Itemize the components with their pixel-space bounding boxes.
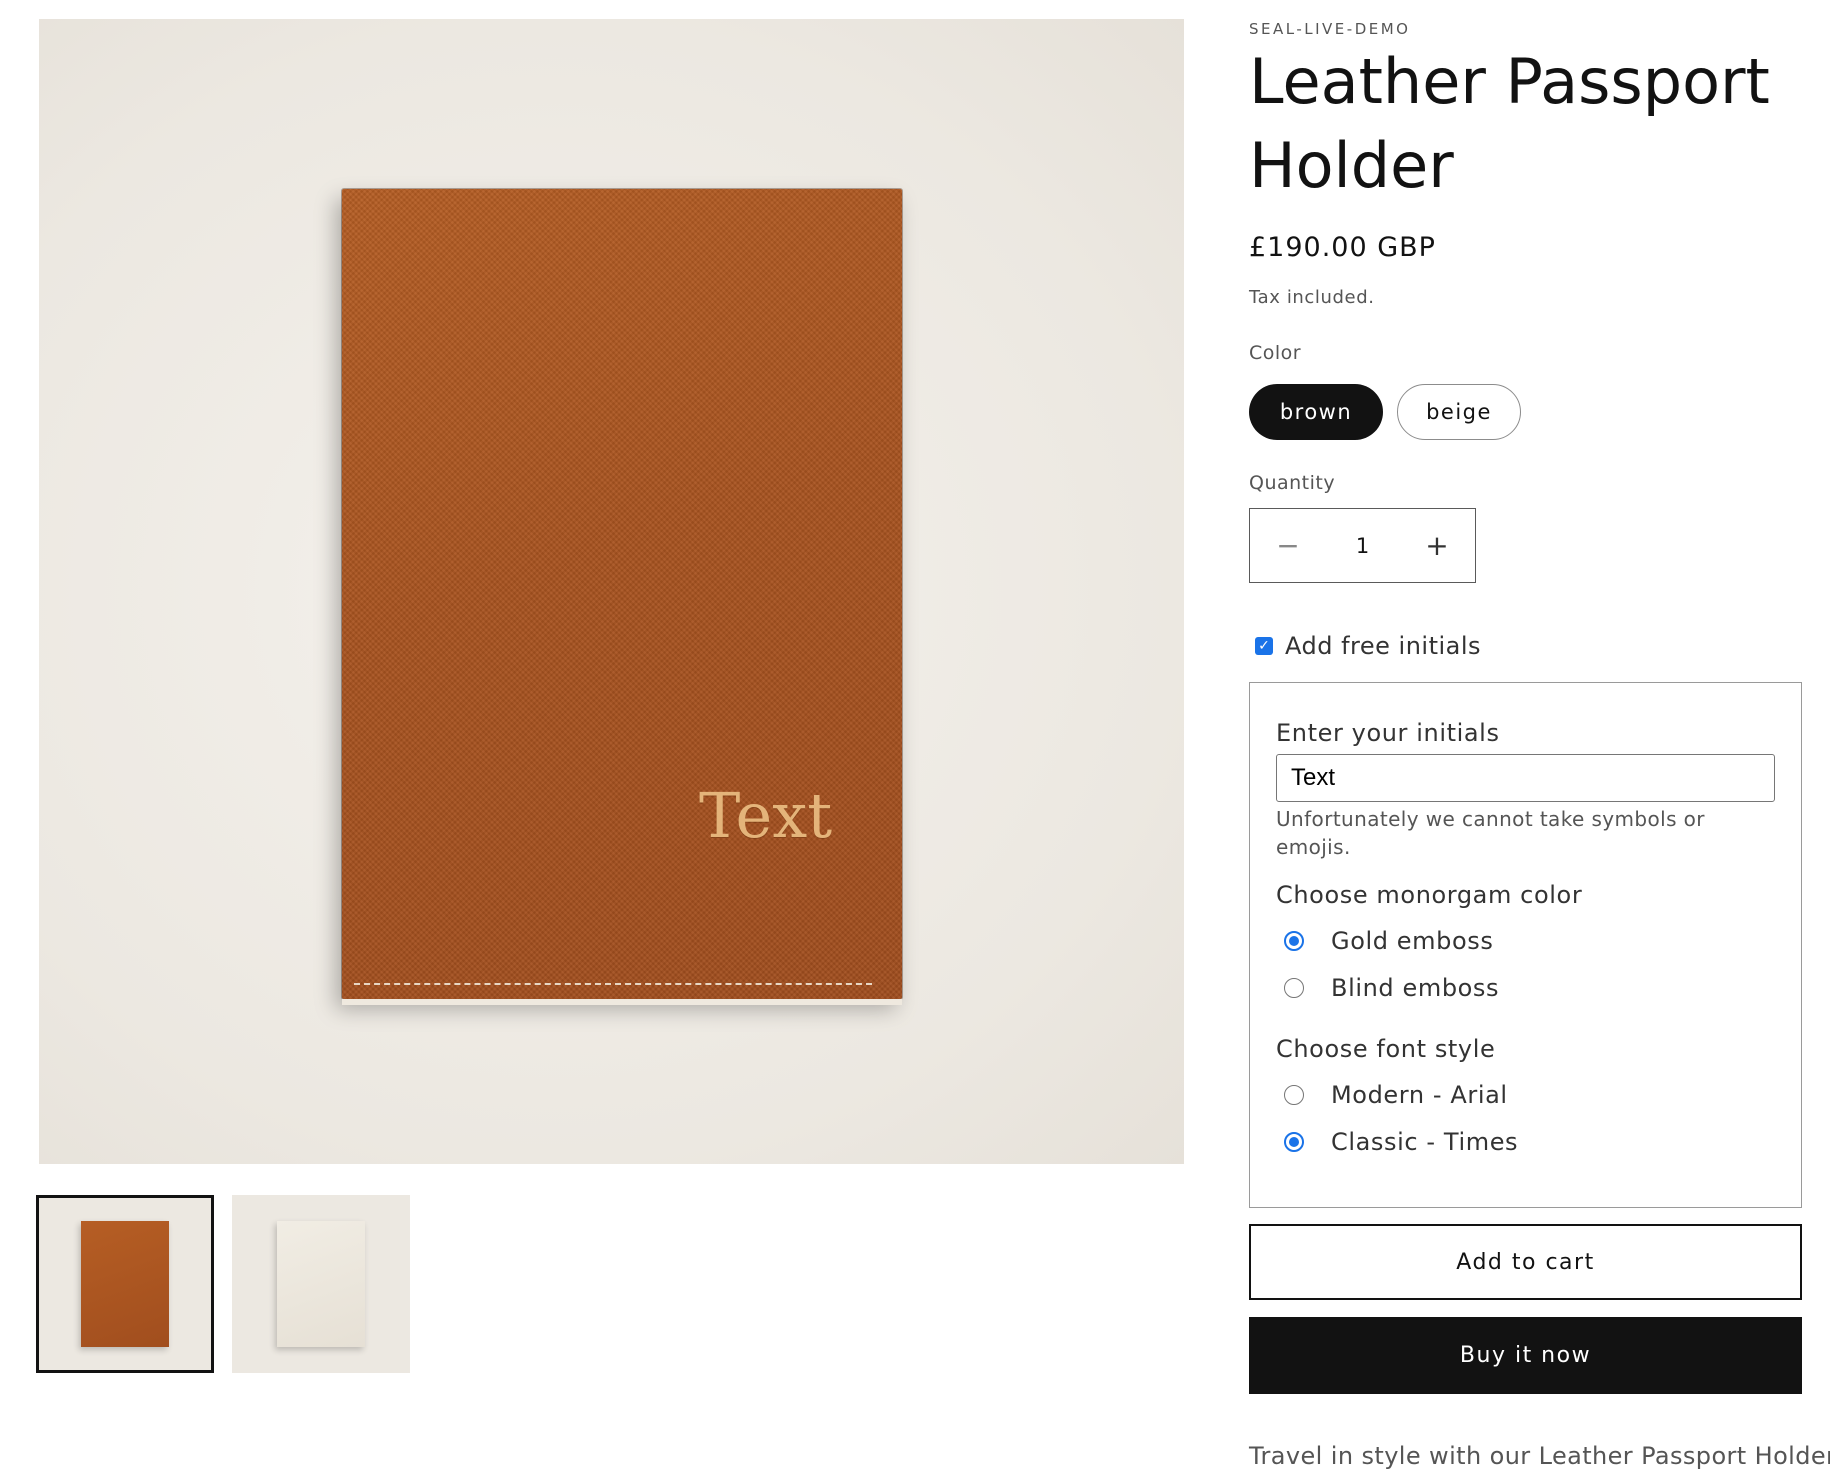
monogram-preview: Text — [699, 779, 833, 852]
radio-label[interactable]: Classic - Times — [1331, 1128, 1518, 1156]
initials-label: Enter your initials — [1276, 719, 1500, 747]
radio-gold-emboss[interactable] — [1284, 931, 1304, 951]
radio-blind-emboss[interactable] — [1284, 978, 1304, 998]
quantity-increase-button[interactable]: + — [1399, 509, 1475, 582]
quantity-decrease-button[interactable]: − — [1250, 509, 1326, 582]
quantity-label: Quantity — [1249, 472, 1336, 494]
thumbnail-brown[interactable] — [36, 1195, 214, 1373]
color-option-beige[interactable]: beige — [1397, 384, 1521, 440]
thumbnail-beige[interactable] — [232, 1195, 410, 1373]
checkmark-icon: ✓ — [1258, 638, 1270, 654]
add-to-cart-button[interactable]: Add to cart — [1249, 1224, 1802, 1300]
monogram-color-label: Choose monorgam color — [1276, 881, 1583, 909]
font-option-modern[interactable]: Modern - Arial — [1284, 1081, 1508, 1109]
personalization-panel: Enter your initials Unfortunately we can… — [1249, 682, 1802, 1208]
color-option-brown[interactable]: brown — [1249, 384, 1383, 440]
buy-now-button[interactable]: Buy it now — [1249, 1317, 1802, 1394]
product-description: Travel in style with our Leather Passpor… — [1249, 1442, 1830, 1470]
stitching — [354, 983, 872, 985]
quantity-stepper: − 1 + — [1249, 508, 1476, 583]
color-label: Color — [1249, 342, 1302, 364]
add-initials-label[interactable]: Add free initials — [1285, 632, 1481, 660]
font-style-label: Choose font style — [1276, 1035, 1496, 1063]
initials-hint: Unfortunately we cannot take symbols or … — [1276, 807, 1705, 859]
radio-classic-times[interactable] — [1284, 1132, 1304, 1152]
radio-label[interactable]: Gold emboss — [1331, 927, 1493, 955]
quantity-input[interactable]: 1 — [1326, 534, 1399, 558]
vendor-name: SEAL-LIVE-DEMO — [1249, 20, 1411, 38]
product-title: Leather Passport Holder — [1249, 45, 1770, 202]
add-initials-checkbox[interactable]: ✓ — [1255, 637, 1273, 655]
radio-modern-arial[interactable] — [1284, 1085, 1304, 1105]
product-price: £190.00 GBP — [1249, 232, 1436, 263]
thumbnail-beige-image — [277, 1221, 365, 1347]
product-main-image[interactable]: Text — [39, 19, 1184, 1164]
thumbnail-brown-image — [81, 1221, 169, 1347]
tax-note: Tax included. — [1249, 287, 1375, 308]
radio-label[interactable]: Modern - Arial — [1331, 1081, 1508, 1109]
radio-label[interactable]: Blind emboss — [1331, 974, 1499, 1002]
monogram-option-gold[interactable]: Gold emboss — [1284, 927, 1493, 955]
initials-input[interactable] — [1276, 754, 1775, 802]
font-option-classic[interactable]: Classic - Times — [1284, 1128, 1518, 1156]
add-initials-row[interactable]: ✓ Add free initials — [1249, 632, 1481, 660]
passport-holder-image — [342, 189, 902, 999]
monogram-option-blind[interactable]: Blind emboss — [1284, 974, 1499, 1002]
holder-page-edge — [342, 999, 902, 1005]
